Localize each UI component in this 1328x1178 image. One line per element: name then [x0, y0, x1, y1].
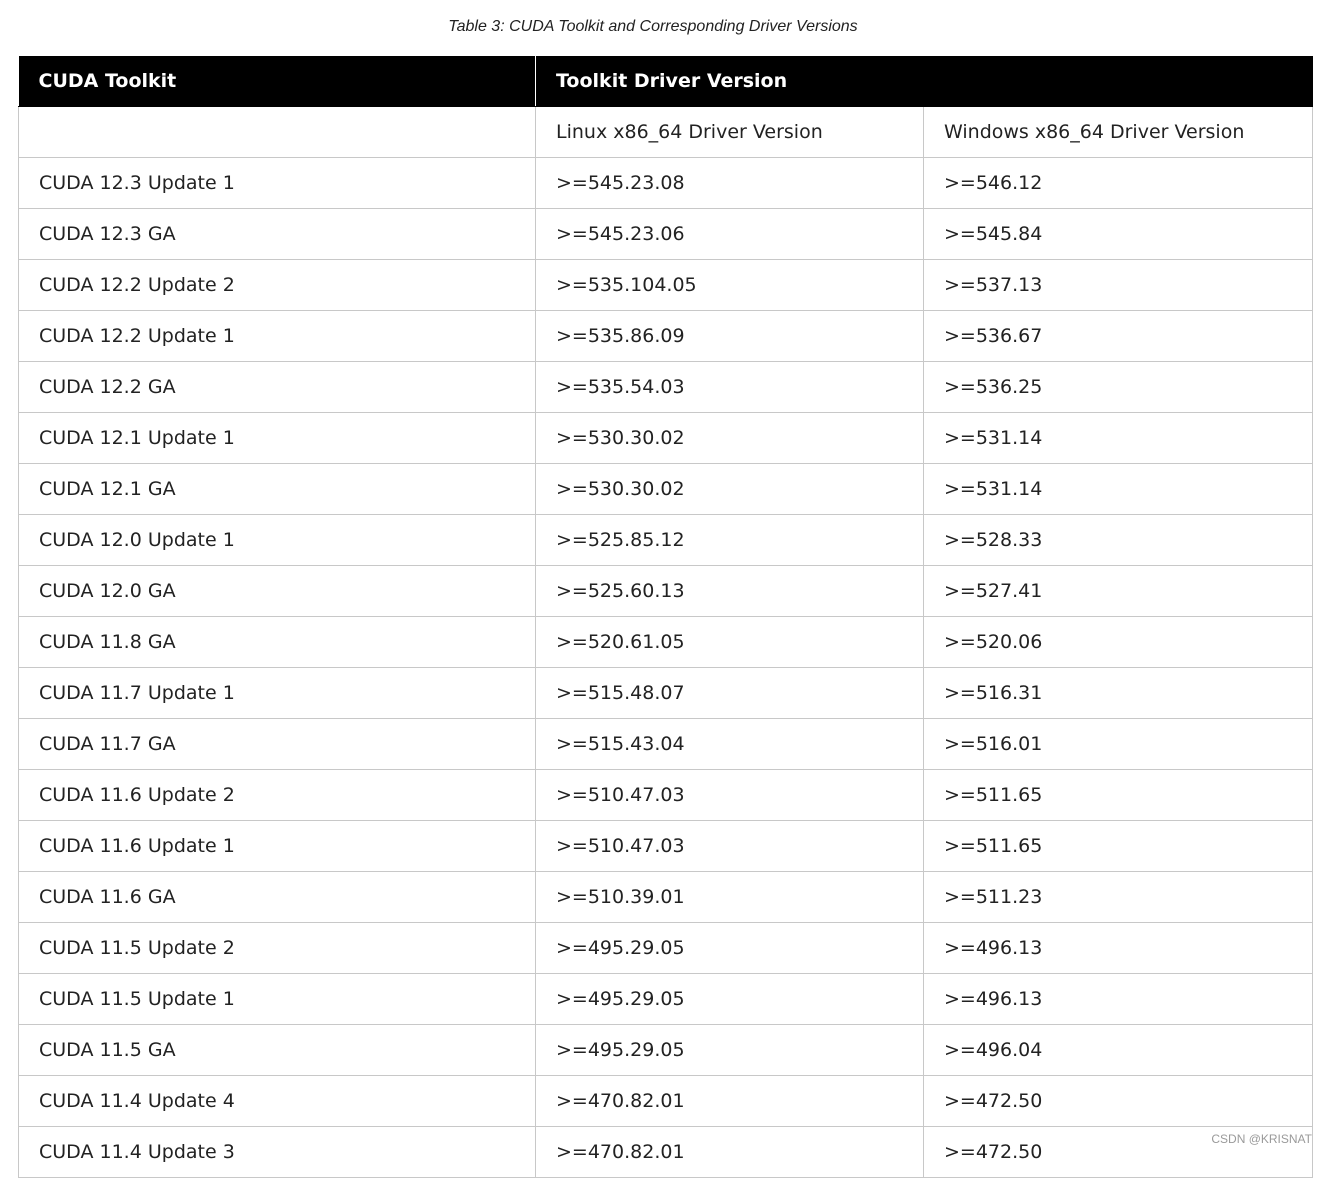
toolkit-cell: CUDA 11.5 Update 1	[18, 972, 536, 1025]
toolkit-cell: CUDA 11.7 Update 1	[18, 666, 536, 719]
linux-driver-cell: >=495.29.05	[535, 1023, 924, 1076]
table-row: CUDA 12.2 Update 1 >=535.86.09 >=536.67	[18, 309, 1314, 362]
toolkit-cell: CUDA 12.2 GA	[18, 360, 536, 413]
linux-driver-cell: >=510.39.01	[535, 870, 924, 923]
windows-driver-cell: >=516.01	[922, 717, 1314, 770]
linux-driver-cell: >=515.48.07	[535, 666, 924, 719]
driver-version-table-container: CUDA Toolkit Toolkit Driver Version Linu…	[18, 56, 1314, 1178]
linux-driver-cell: >=525.60.13	[535, 564, 924, 617]
table-row: CUDA 12.0 GA >=525.60.13 >=527.41	[18, 564, 1314, 617]
toolkit-cell: CUDA 11.8 GA	[18, 615, 536, 668]
linux-driver-cell: >=535.54.03	[535, 360, 924, 413]
toolkit-cell: CUDA 12.2 Update 2	[18, 258, 536, 311]
windows-driver-cell: >=537.13	[922, 258, 1314, 311]
table-row: CUDA 12.0 Update 1 >=525.85.12 >=528.33	[18, 513, 1314, 566]
subheader-row: Linux x86_64 Driver Version Windows x86_…	[18, 105, 1314, 158]
table-row: CUDA 11.5 Update 2 >=495.29.05 >=496.13	[18, 921, 1314, 974]
toolkit-cell: CUDA 12.2 Update 1	[18, 309, 536, 362]
windows-driver-cell: >=546.12	[922, 156, 1314, 209]
table-row: CUDA 11.5 Update 1 >=495.29.05 >=496.13	[18, 972, 1314, 1025]
toolkit-cell: CUDA 11.5 Update 2	[18, 921, 536, 974]
windows-driver-cell: >=536.67	[922, 309, 1314, 362]
linux-driver-cell: >=495.29.05	[535, 921, 924, 974]
table-row: CUDA 11.7 GA >=515.43.04 >=516.01	[18, 717, 1314, 770]
linux-driver-cell: >=520.61.05	[535, 615, 924, 668]
toolkit-cell: CUDA 12.3 GA	[18, 207, 536, 260]
linux-driver-cell: >=545.23.06	[535, 207, 924, 260]
linux-driver-cell: >=545.23.08	[535, 156, 924, 209]
table-row: CUDA 11.6 GA >=510.39.01 >=511.23	[18, 870, 1314, 923]
table-row: CUDA 12.1 Update 1 >=530.30.02 >=531.14	[18, 411, 1314, 464]
subheader-linux-driver-version: Linux x86_64 Driver Version	[535, 105, 924, 158]
toolkit-cell: CUDA 11.4 Update 4	[18, 1074, 536, 1127]
linux-driver-cell: >=510.47.03	[535, 768, 924, 821]
toolkit-cell: CUDA 11.6 Update 2	[18, 768, 536, 821]
windows-driver-cell: >=496.13	[922, 921, 1314, 974]
toolkit-cell: CUDA 11.6 Update 1	[18, 819, 536, 872]
subheader-empty-cell	[18, 105, 536, 158]
toolkit-cell: CUDA 12.1 GA	[18, 462, 536, 515]
linux-driver-cell: >=530.30.02	[535, 411, 924, 464]
driver-version-table: CUDA Toolkit Toolkit Driver Version Linu…	[18, 56, 1314, 1178]
table-row: CUDA 12.2 GA >=535.54.03 >=536.25	[18, 360, 1314, 413]
table-row: CUDA 11.8 GA >=520.61.05 >=520.06	[18, 615, 1314, 668]
table-row: CUDA 12.3 Update 1 >=545.23.08 >=546.12	[18, 156, 1314, 209]
windows-driver-cell: >=545.84	[922, 207, 1314, 260]
toolkit-cell: CUDA 11.4 Update 3	[18, 1125, 536, 1178]
toolkit-cell: CUDA 12.0 Update 1	[18, 513, 536, 566]
header-row: CUDA Toolkit Toolkit Driver Version	[18, 56, 1314, 107]
linux-driver-cell: >=470.82.01	[535, 1125, 924, 1178]
windows-driver-cell: >=496.13	[922, 972, 1314, 1025]
table-row: CUDA 11.5 GA >=495.29.05 >=496.04	[18, 1023, 1314, 1076]
table-row: CUDA 11.4 Update 4 >=470.82.01 >=472.50	[18, 1074, 1314, 1127]
windows-driver-cell: >=531.14	[922, 462, 1314, 515]
linux-driver-cell: >=495.29.05	[535, 972, 924, 1025]
linux-driver-cell: >=510.47.03	[535, 819, 924, 872]
linux-driver-cell: >=515.43.04	[535, 717, 924, 770]
windows-driver-cell: >=496.04	[922, 1023, 1314, 1076]
windows-driver-cell: >=520.06	[922, 615, 1314, 668]
table-row: CUDA 11.4 Update 3 >=470.82.01 >=472.50	[18, 1125, 1314, 1178]
table-row: CUDA 11.6 Update 2 >=510.47.03 >=511.65	[18, 768, 1314, 821]
toolkit-cell: CUDA 12.0 GA	[18, 564, 536, 617]
linux-driver-cell: >=535.104.05	[535, 258, 924, 311]
toolkit-cell: CUDA 11.7 GA	[18, 717, 536, 770]
linux-driver-cell: >=525.85.12	[535, 513, 924, 566]
windows-driver-cell: >=472.50	[922, 1074, 1314, 1127]
csdn-watermark: CSDN @KRISNAT	[1211, 1132, 1312, 1146]
windows-driver-cell: >=516.31	[922, 666, 1314, 719]
windows-driver-cell: >=511.23	[922, 870, 1314, 923]
linux-driver-cell: >=470.82.01	[535, 1074, 924, 1127]
linux-driver-cell: >=530.30.02	[535, 462, 924, 515]
linux-driver-cell: >=535.86.09	[535, 309, 924, 362]
windows-driver-cell: >=511.65	[922, 768, 1314, 821]
windows-driver-cell: >=528.33	[922, 513, 1314, 566]
header-toolkit-driver-version: Toolkit Driver Version	[535, 56, 1314, 107]
table-body: Linux x86_64 Driver Version Windows x86_…	[18, 105, 1314, 1178]
header-cuda-toolkit: CUDA Toolkit	[18, 56, 536, 107]
table-row: CUDA 11.7 Update 1 >=515.48.07 >=516.31	[18, 666, 1314, 719]
table-caption: Table 3: CUDA Toolkit and Corresponding …	[448, 18, 858, 35]
toolkit-cell: CUDA 11.6 GA	[18, 870, 536, 923]
toolkit-cell: CUDA 12.3 Update 1	[18, 156, 536, 209]
windows-driver-cell: >=511.65	[922, 819, 1314, 872]
toolkit-cell: CUDA 12.1 Update 1	[18, 411, 536, 464]
table-head: CUDA Toolkit Toolkit Driver Version	[18, 56, 1314, 107]
subheader-windows-driver-version: Windows x86_64 Driver Version	[922, 105, 1314, 158]
table-row: CUDA 12.1 GA >=530.30.02 >=531.14	[18, 462, 1314, 515]
toolkit-cell: CUDA 11.5 GA	[18, 1023, 536, 1076]
table-row: CUDA 12.3 GA >=545.23.06 >=545.84	[18, 207, 1314, 260]
windows-driver-cell: >=536.25	[922, 360, 1314, 413]
table-row: CUDA 11.6 Update 1 >=510.47.03 >=511.65	[18, 819, 1314, 872]
windows-driver-cell: >=531.14	[922, 411, 1314, 464]
windows-driver-cell: >=527.41	[922, 564, 1314, 617]
table-row: CUDA 12.2 Update 2 >=535.104.05 >=537.13	[18, 258, 1314, 311]
